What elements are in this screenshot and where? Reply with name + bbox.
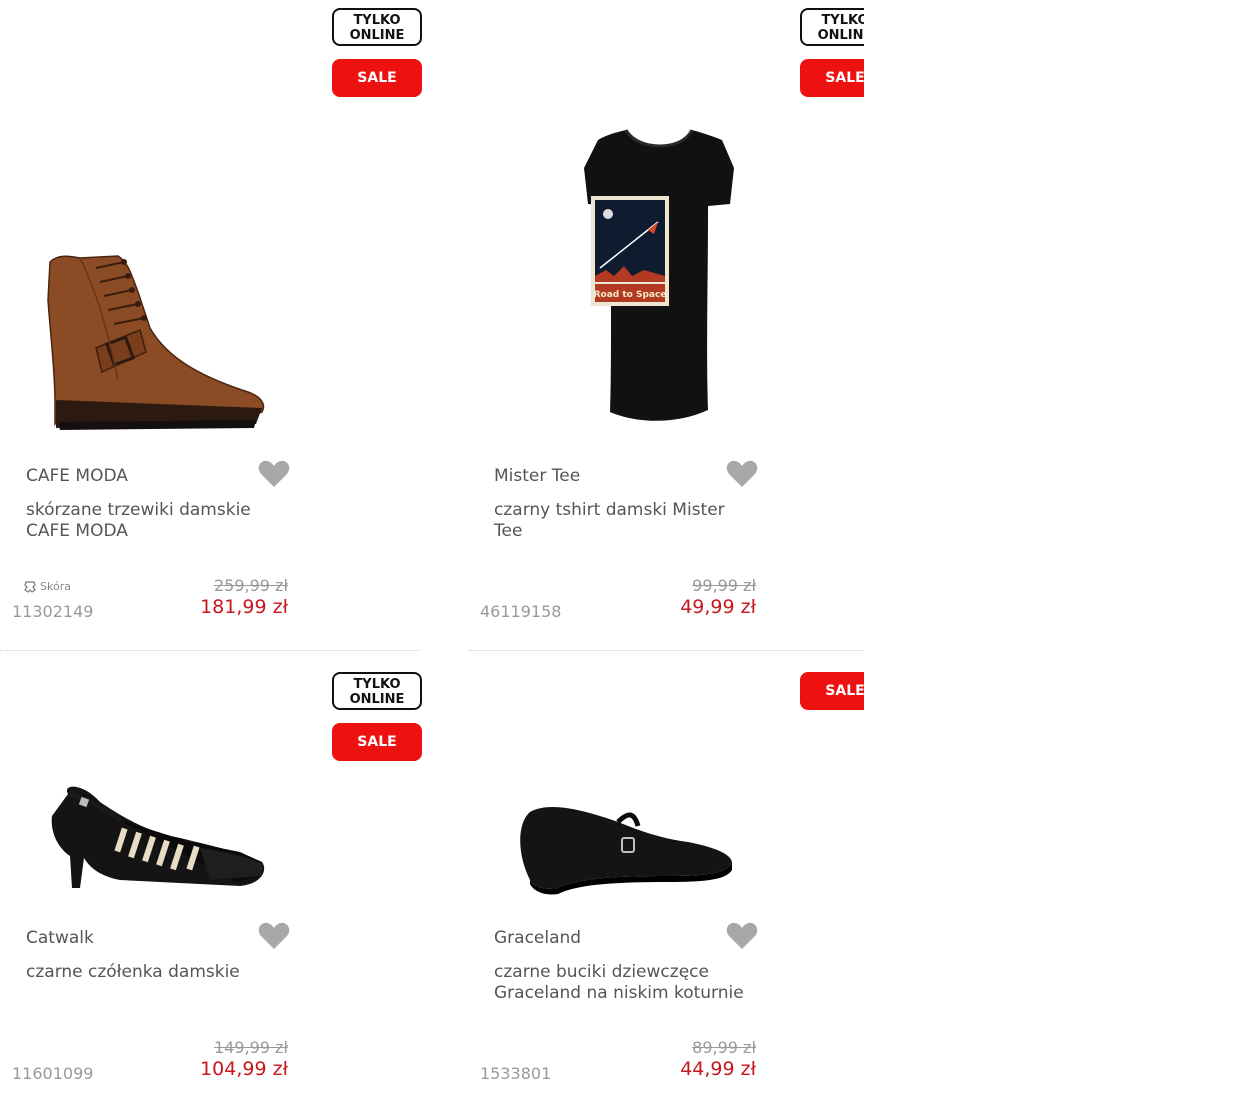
product-brand[interactable]: Mister Tee bbox=[494, 466, 580, 486]
old-price: 259,99 zł bbox=[213, 576, 288, 595]
product-grid: TYLKO ONLINE SALE CAFE MODA skórzane trz… bbox=[0, 0, 864, 1100]
product-brand[interactable]: Graceland bbox=[494, 928, 581, 948]
product-title[interactable]: skórzane trzewiki damskie CAFE MODA bbox=[26, 500, 286, 542]
row-divider bbox=[0, 650, 420, 651]
sale-price: 44,99 zł bbox=[680, 1058, 756, 1080]
favorite-heart-icon[interactable] bbox=[726, 460, 758, 488]
sale-price: 181,99 zł bbox=[200, 596, 288, 618]
product-title[interactable]: czarne buciki dziewczęce Graceland na ni… bbox=[494, 962, 754, 1004]
row-divider bbox=[468, 650, 864, 651]
sale-price: 104,99 zł bbox=[200, 1058, 288, 1080]
product-image[interactable] bbox=[0, 662, 420, 922]
product-card-catwalk[interactable]: TYLKO ONLINE SALE Catwalk czarne czółenk… bbox=[0, 662, 422, 1100]
favorite-heart-icon[interactable] bbox=[258, 922, 290, 950]
shirt-print-text: Road to Space bbox=[594, 290, 667, 300]
product-title[interactable]: czarny tshirt damski Mister Tee bbox=[494, 500, 754, 542]
product-card-graceland[interactable]: SALE Graceland czarne buciki dziewczęce … bbox=[468, 662, 864, 1100]
product-image[interactable] bbox=[468, 662, 864, 922]
material-label: Skóra bbox=[40, 580, 71, 593]
product-brand[interactable]: Catwalk bbox=[26, 928, 94, 948]
product-sku: 11601099 bbox=[12, 1064, 94, 1083]
product-sku: 46119158 bbox=[480, 602, 562, 621]
sale-price: 49,99 zł bbox=[680, 596, 756, 618]
product-brand[interactable]: CAFE MODA bbox=[26, 466, 128, 486]
product-image[interactable] bbox=[0, 0, 420, 450]
favorite-heart-icon[interactable] bbox=[258, 460, 290, 488]
favorite-heart-icon[interactable] bbox=[726, 922, 758, 950]
old-price: 89,99 zł bbox=[692, 1038, 756, 1057]
product-sku: 1533801 bbox=[480, 1064, 552, 1083]
old-price: 149,99 zł bbox=[213, 1038, 288, 1057]
leather-icon bbox=[24, 580, 36, 593]
product-image[interactable]: Road to Space bbox=[468, 0, 864, 450]
old-price: 99,99 zł bbox=[692, 576, 756, 595]
product-sku: 11302149 bbox=[12, 602, 94, 621]
product-card-cafe-moda[interactable]: TYLKO ONLINE SALE CAFE MODA skórzane trz… bbox=[0, 0, 422, 648]
product-title[interactable]: czarne czółenka damskie bbox=[26, 962, 286, 983]
product-card-mister-tee[interactable]: TYLKO ONLINE SALE Road to Space Mister T… bbox=[468, 0, 864, 648]
material-info: Skóra bbox=[24, 580, 71, 593]
